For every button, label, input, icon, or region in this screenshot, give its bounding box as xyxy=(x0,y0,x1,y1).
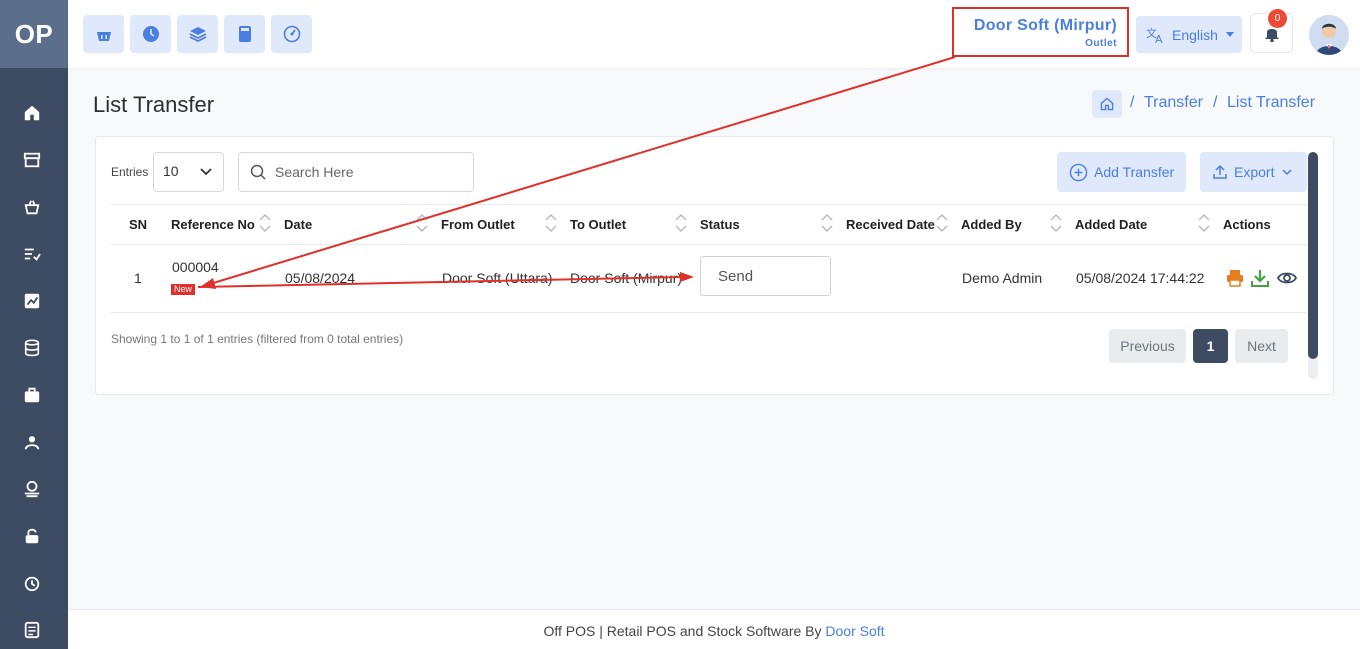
sort-icon[interactable] xyxy=(258,213,272,233)
status-select[interactable]: Send xyxy=(700,256,831,296)
table-top-border xyxy=(111,204,1307,205)
language-dropdown[interactable]: 文A English xyxy=(1136,16,1242,53)
entries-label: Entries xyxy=(111,165,149,179)
chart-icon[interactable] xyxy=(22,291,42,311)
outlet-name: Door Soft (Mirpur) xyxy=(973,17,1117,34)
clock-icon[interactable] xyxy=(22,573,42,593)
chevron-down-icon xyxy=(1282,169,1292,176)
entries-value: 10 xyxy=(163,163,179,179)
caret-down-icon xyxy=(1225,32,1234,37)
export-button[interactable]: Export xyxy=(1200,152,1307,192)
footer-text: Off POS | Retail POS and Stock Software … xyxy=(543,623,826,639)
cell-sn: 1 xyxy=(134,270,142,286)
store-icon[interactable] xyxy=(22,150,42,170)
column-header-added-by[interactable]: Added By xyxy=(961,217,1022,232)
basket-icon[interactable] xyxy=(83,15,124,53)
column-header-date[interactable]: Date xyxy=(284,217,312,232)
sort-icon[interactable] xyxy=(1197,213,1211,233)
column-header-actions: Actions xyxy=(1223,217,1271,232)
previous-page-button[interactable]: Previous xyxy=(1109,329,1186,363)
new-badge: New xyxy=(171,284,195,295)
breadcrumb-separator: / xyxy=(1213,94,1218,111)
upload-icon xyxy=(1213,164,1227,179)
table-header-border xyxy=(111,244,1307,245)
bag-icon[interactable] xyxy=(22,385,42,405)
sort-icon[interactable] xyxy=(415,213,429,233)
dashboard-icon[interactable] xyxy=(271,15,312,53)
translate-icon: 文A xyxy=(1146,26,1163,44)
money-icon[interactable] xyxy=(22,479,42,499)
sort-icon[interactable] xyxy=(1049,213,1063,233)
current-outlet[interactable]: Door Soft (Mirpur) Outlet xyxy=(952,7,1129,57)
sort-icon[interactable] xyxy=(935,213,949,233)
home-icon[interactable] xyxy=(22,103,42,123)
home-icon xyxy=(1100,97,1114,111)
search-box[interactable] xyxy=(238,152,474,192)
basket-icon[interactable] xyxy=(22,197,42,217)
note-icon[interactable] xyxy=(22,620,42,640)
plus-circle-icon xyxy=(1069,163,1088,181)
sidebar: OP xyxy=(0,0,68,649)
sort-icon[interactable] xyxy=(674,213,688,233)
add-transfer-label: Add Transfer xyxy=(1094,164,1175,180)
app-logo[interactable]: OP xyxy=(0,0,68,68)
svg-text:A: A xyxy=(1155,33,1163,44)
breadcrumb-list-transfer: List Transfer xyxy=(1227,94,1316,111)
column-header-status[interactable]: Status xyxy=(700,217,740,232)
chevron-down-icon xyxy=(200,168,212,176)
export-label: Export xyxy=(1234,164,1275,180)
cell-added-date: 05/08/2024 17:44:22 xyxy=(1076,270,1205,286)
column-header-from-outlet[interactable]: From Outlet xyxy=(441,217,515,232)
layers-icon[interactable] xyxy=(177,15,218,53)
download-icon[interactable] xyxy=(1251,269,1269,287)
page-1-button[interactable]: 1 xyxy=(1193,329,1228,363)
top-header: Door Soft (Mirpur) Outlet 文A English 0 xyxy=(68,0,1360,68)
breadcrumb-transfer[interactable]: Transfer xyxy=(1144,94,1203,112)
user-settings-icon[interactable] xyxy=(22,432,42,452)
calculator-icon[interactable] xyxy=(224,15,265,53)
column-header-sn[interactable]: SN xyxy=(129,217,147,232)
list-icon[interactable] xyxy=(22,244,42,264)
cell-reference: 000004 xyxy=(172,259,219,275)
table-row-border xyxy=(111,312,1307,313)
page-title: List Transfer xyxy=(93,92,215,117)
status-value: Send xyxy=(718,268,754,285)
vertical-scrollbar[interactable] xyxy=(1308,152,1318,379)
lock-icon[interactable] xyxy=(22,526,42,546)
outlet-label: Outlet xyxy=(1085,38,1117,49)
notification-count-badge: 0 xyxy=(1268,9,1287,28)
add-transfer-button[interactable]: Add Transfer xyxy=(1057,152,1186,192)
footer: Off POS | Retail POS and Stock Software … xyxy=(68,609,1360,649)
pagination-info: Showing 1 to 1 of 1 entries (filtered fr… xyxy=(111,332,404,346)
next-page-button[interactable]: Next xyxy=(1235,329,1288,363)
search-input[interactable] xyxy=(275,164,465,180)
eye-icon[interactable] xyxy=(1277,269,1297,287)
breadcrumb-home[interactable] xyxy=(1092,90,1122,118)
user-avatar[interactable] xyxy=(1309,15,1349,55)
print-icon[interactable] xyxy=(1226,269,1244,287)
cell-from-outlet: Door Soft (Uttara) xyxy=(442,270,553,286)
footer-link[interactable]: Door Soft xyxy=(825,623,884,639)
breadcrumb-separator: / xyxy=(1130,94,1135,111)
cell-to-outlet: Door Soft (Mirpur) xyxy=(570,270,683,286)
database-icon[interactable] xyxy=(22,338,42,358)
column-header-added-date[interactable]: Added Date xyxy=(1075,217,1147,232)
search-icon xyxy=(250,164,266,180)
entries-select[interactable]: 10 xyxy=(153,152,224,192)
scrollbar-thumb[interactable] xyxy=(1308,152,1318,359)
column-header-reference[interactable]: Reference No xyxy=(171,217,255,232)
sort-icon[interactable] xyxy=(820,213,834,233)
cell-added-by: Demo Admin xyxy=(962,270,1043,286)
column-header-to-outlet[interactable]: To Outlet xyxy=(570,217,626,232)
column-header-received-date[interactable]: Received Date xyxy=(846,217,935,232)
sort-icon[interactable] xyxy=(544,213,558,233)
clock-icon[interactable] xyxy=(130,15,171,53)
cell-date: 05/08/2024 xyxy=(285,270,356,286)
language-label: English xyxy=(1172,26,1218,43)
